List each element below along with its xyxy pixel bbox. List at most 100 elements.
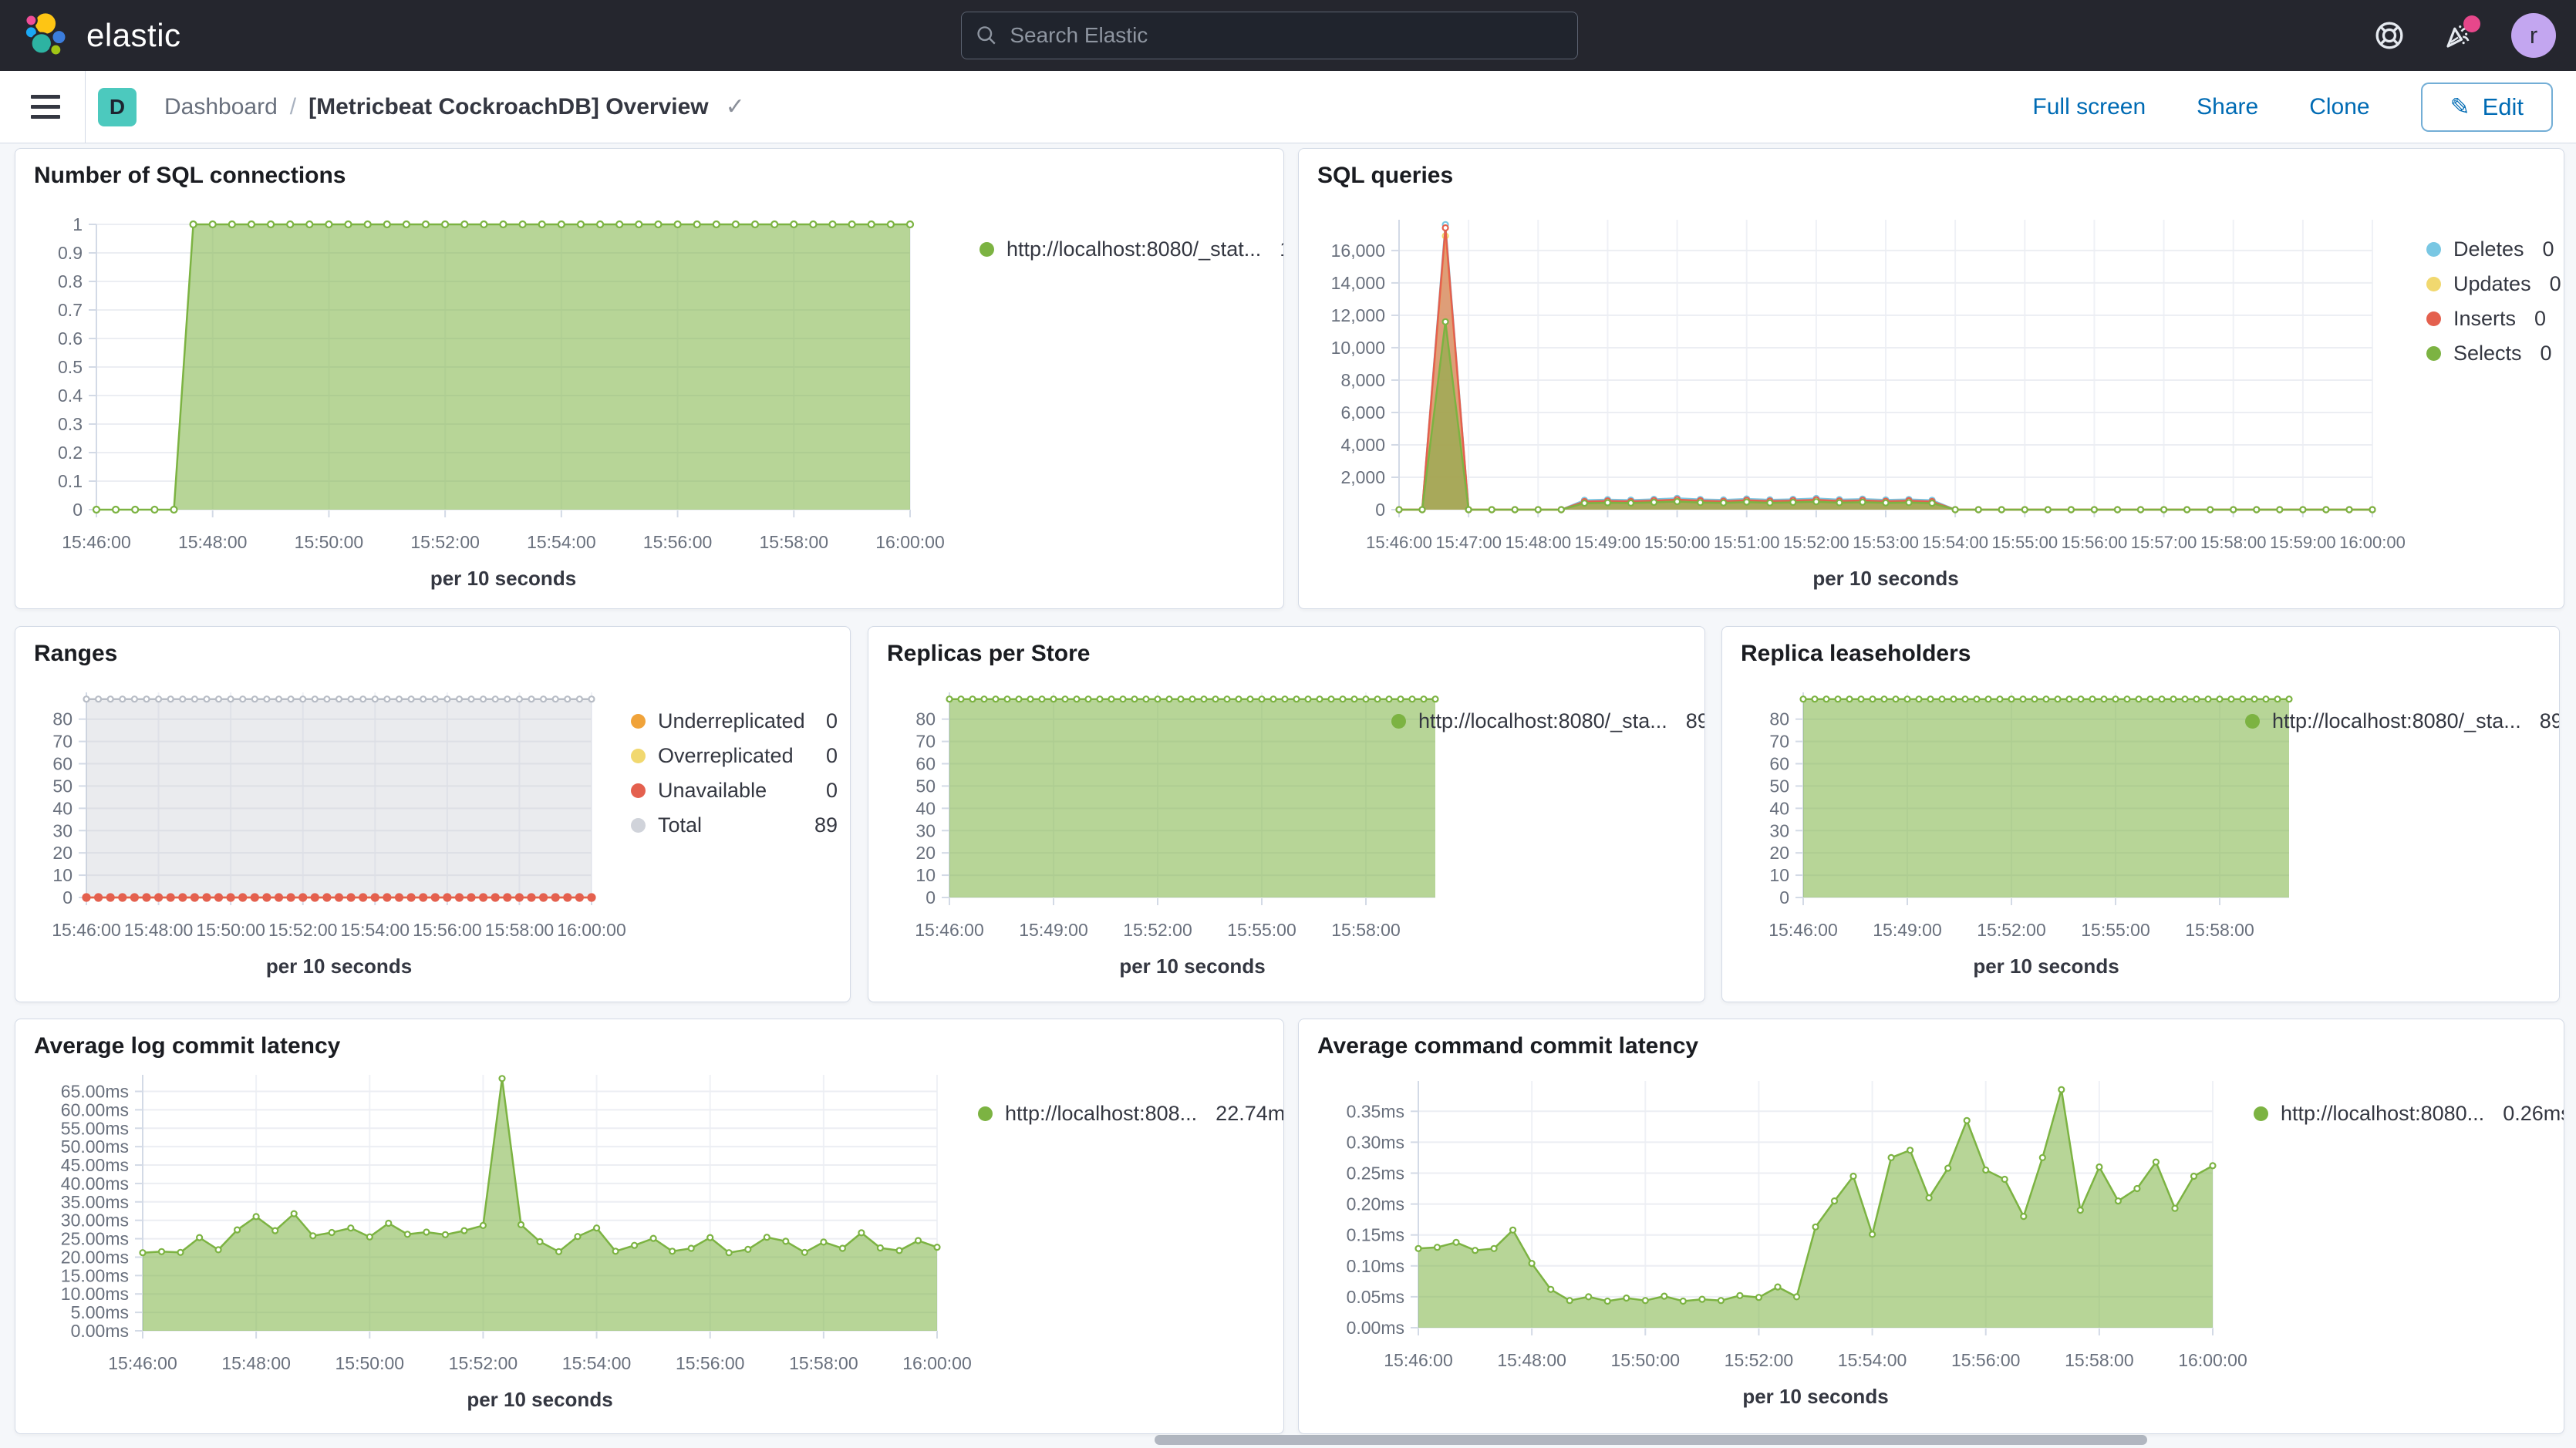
svg-text:80: 80 [915, 709, 936, 729]
legend-series-dot [631, 714, 646, 729]
legend-series-label: Total [658, 813, 702, 837]
legend-series-dot [2245, 714, 2260, 729]
svg-text:0.5: 0.5 [58, 357, 83, 377]
panel-title[interactable]: Average command commit latency [1317, 1033, 1698, 1059]
chart-legend: http://localhost:8080/_sta...89 [1391, 704, 1694, 739]
svg-text:10: 10 [915, 865, 936, 885]
svg-text:15:58:00: 15:58:00 [789, 1353, 858, 1373]
svg-text:15:49:00: 15:49:00 [1019, 920, 1088, 940]
legend-item[interactable]: Deletes0 [2426, 232, 2546, 267]
svg-text:15:55:00: 15:55:00 [1991, 533, 2058, 552]
elastic-logo[interactable]: elastic [22, 10, 181, 61]
app-header: elastic [0, 0, 2576, 71]
legend-item[interactable]: Underreplicated0 [631, 704, 838, 739]
menu-button[interactable] [31, 95, 60, 119]
svg-text:per 10 seconds: per 10 seconds [1812, 567, 1958, 590]
svg-text:0.9: 0.9 [58, 243, 83, 263]
menu-bar [31, 115, 60, 119]
full-screen-button[interactable]: Full screen [2032, 94, 2146, 120]
legend-series-dot [2254, 1106, 2268, 1121]
panel-title[interactable]: Average log commit latency [34, 1033, 340, 1059]
sql-queries-chart[interactable]: 15:46:0015:47:0015:48:0015:49:0015:50:00… [1299, 149, 2564, 608]
log-commit-latency-chart[interactable]: 15:46:0015:48:0015:50:0015:52:0015:54:00… [15, 1019, 1283, 1433]
svg-text:15:52:00: 15:52:00 [268, 920, 338, 940]
life-ring-icon [2374, 20, 2405, 51]
legend-series-value: 0 [2516, 307, 2546, 331]
legend-item[interactable]: Total 89 [631, 808, 838, 843]
saved-check-icon[interactable]: ✓ [726, 93, 745, 120]
svg-text:0.30ms: 0.30ms [1347, 1132, 1404, 1152]
help-button[interactable] [2372, 19, 2406, 52]
panel-title[interactable]: SQL queries [1317, 163, 1453, 189]
clone-button[interactable]: Clone [2309, 94, 2369, 120]
svg-text:15:52:00: 15:52:00 [449, 1353, 518, 1373]
svg-text:15:52:00: 15:52:00 [1977, 920, 2046, 940]
svg-text:per 10 seconds: per 10 seconds [1119, 955, 1265, 978]
svg-text:60: 60 [915, 754, 936, 774]
panel-title[interactable]: Replicas per Store [887, 641, 1090, 667]
svg-text:0: 0 [1779, 887, 1789, 908]
svg-text:16:00:00: 16:00:00 [2178, 1350, 2247, 1370]
svg-text:15:54:00: 15:54:00 [341, 920, 410, 940]
legend-series-value: 89 [1667, 709, 1705, 733]
legend-item[interactable]: http://localhost:8080/_sta...89 [2245, 704, 2547, 739]
svg-text:5.00ms: 5.00ms [71, 1302, 129, 1322]
legend-series-value: 0 [808, 709, 838, 733]
svg-text:16:00:00: 16:00:00 [875, 532, 945, 552]
global-search[interactable] [961, 12, 1578, 59]
svg-text:10,000: 10,000 [1331, 338, 1385, 358]
replicas-per-store-chart[interactable]: 15:46:0015:49:0015:52:0015:55:0015:58:00… [868, 627, 1704, 1002]
legend-series-value: 89 [796, 813, 838, 837]
panel-average-command-commit-latency: Average command commit latency 15:46:001… [1298, 1019, 2564, 1434]
header-actions: r [2372, 0, 2556, 71]
svg-text:12,000: 12,000 [1331, 305, 1385, 325]
command-commit-latency-chart[interactable]: 15:46:0015:48:0015:50:0015:52:0015:54:00… [1299, 1019, 2564, 1433]
space-switcher[interactable]: D [98, 88, 137, 126]
panel-replicas-per-store: Replicas per Store 15:46:0015:49:0015:52… [868, 626, 1705, 1002]
legend-item[interactable]: Unavailable0 [631, 773, 838, 808]
svg-text:65.00ms: 65.00ms [61, 1081, 129, 1101]
replica-leaseholders-chart[interactable]: 15:46:0015:49:0015:52:0015:55:0015:58:00… [1722, 627, 2559, 1002]
legend-item[interactable]: http://localhost:8080...0.26ms [2254, 1096, 2547, 1131]
svg-text:35.00ms: 35.00ms [61, 1192, 129, 1212]
svg-text:4,000: 4,000 [1340, 435, 1385, 455]
svg-text:30: 30 [915, 820, 936, 840]
svg-text:0: 0 [72, 500, 83, 520]
legend-series-label: Underreplicated [658, 709, 805, 733]
svg-text:15:55:00: 15:55:00 [1227, 920, 1296, 940]
svg-text:15:50:00: 15:50:00 [295, 532, 364, 552]
svg-text:0.00ms: 0.00ms [1347, 1318, 1404, 1338]
legend-series-label: http://localhost:808... [1005, 1102, 1197, 1126]
panel-title[interactable]: Ranges [34, 641, 117, 667]
legend-series-value: 0 [808, 779, 838, 803]
legend-item[interactable]: Selects0 [2426, 336, 2546, 371]
legend-item[interactable]: http://localhost:8080/_stat...1 [979, 232, 1273, 267]
share-button[interactable]: Share [2197, 94, 2258, 120]
legend-item[interactable]: http://localhost:808...22.74ms [978, 1096, 1283, 1131]
svg-text:15:46:00: 15:46:00 [108, 1353, 177, 1373]
edit-button[interactable]: ✎ Edit [2421, 83, 2553, 132]
legend-item[interactable]: Inserts0 [2426, 301, 2546, 336]
svg-text:70: 70 [52, 732, 72, 752]
svg-text:0.00ms: 0.00ms [71, 1321, 129, 1341]
svg-text:0.6: 0.6 [58, 328, 83, 349]
svg-text:30: 30 [1769, 820, 1789, 840]
search-icon [976, 24, 997, 47]
user-avatar[interactable]: r [2511, 13, 2556, 58]
svg-text:8,000: 8,000 [1340, 370, 1385, 390]
svg-text:0: 0 [1375, 500, 1385, 520]
horizontal-scrollbar-thumb[interactable] [1155, 1435, 2147, 1445]
panel-title[interactable]: Number of SQL connections [34, 163, 346, 189]
legend-item[interactable]: http://localhost:8080/_sta...89 [1391, 704, 1694, 739]
legend-series-value: 22.74ms [1197, 1102, 1284, 1126]
search-input[interactable] [1008, 22, 1563, 49]
newsfeed-button[interactable] [2442, 19, 2476, 52]
svg-text:0.8: 0.8 [58, 271, 83, 291]
legend-item[interactable]: Overreplicated0 [631, 739, 838, 773]
legend-item[interactable]: Updates0 [2426, 267, 2546, 301]
legend-series-value: 0 [2522, 342, 2552, 365]
breadcrumb-dashboard-link[interactable]: Dashboard [164, 94, 278, 120]
panel-title[interactable]: Replica leaseholders [1741, 641, 1971, 667]
sql-connections-chart[interactable]: 15:46:0015:48:0015:50:0015:52:0015:54:00… [15, 149, 1283, 608]
svg-text:15:48:00: 15:48:00 [221, 1353, 291, 1373]
